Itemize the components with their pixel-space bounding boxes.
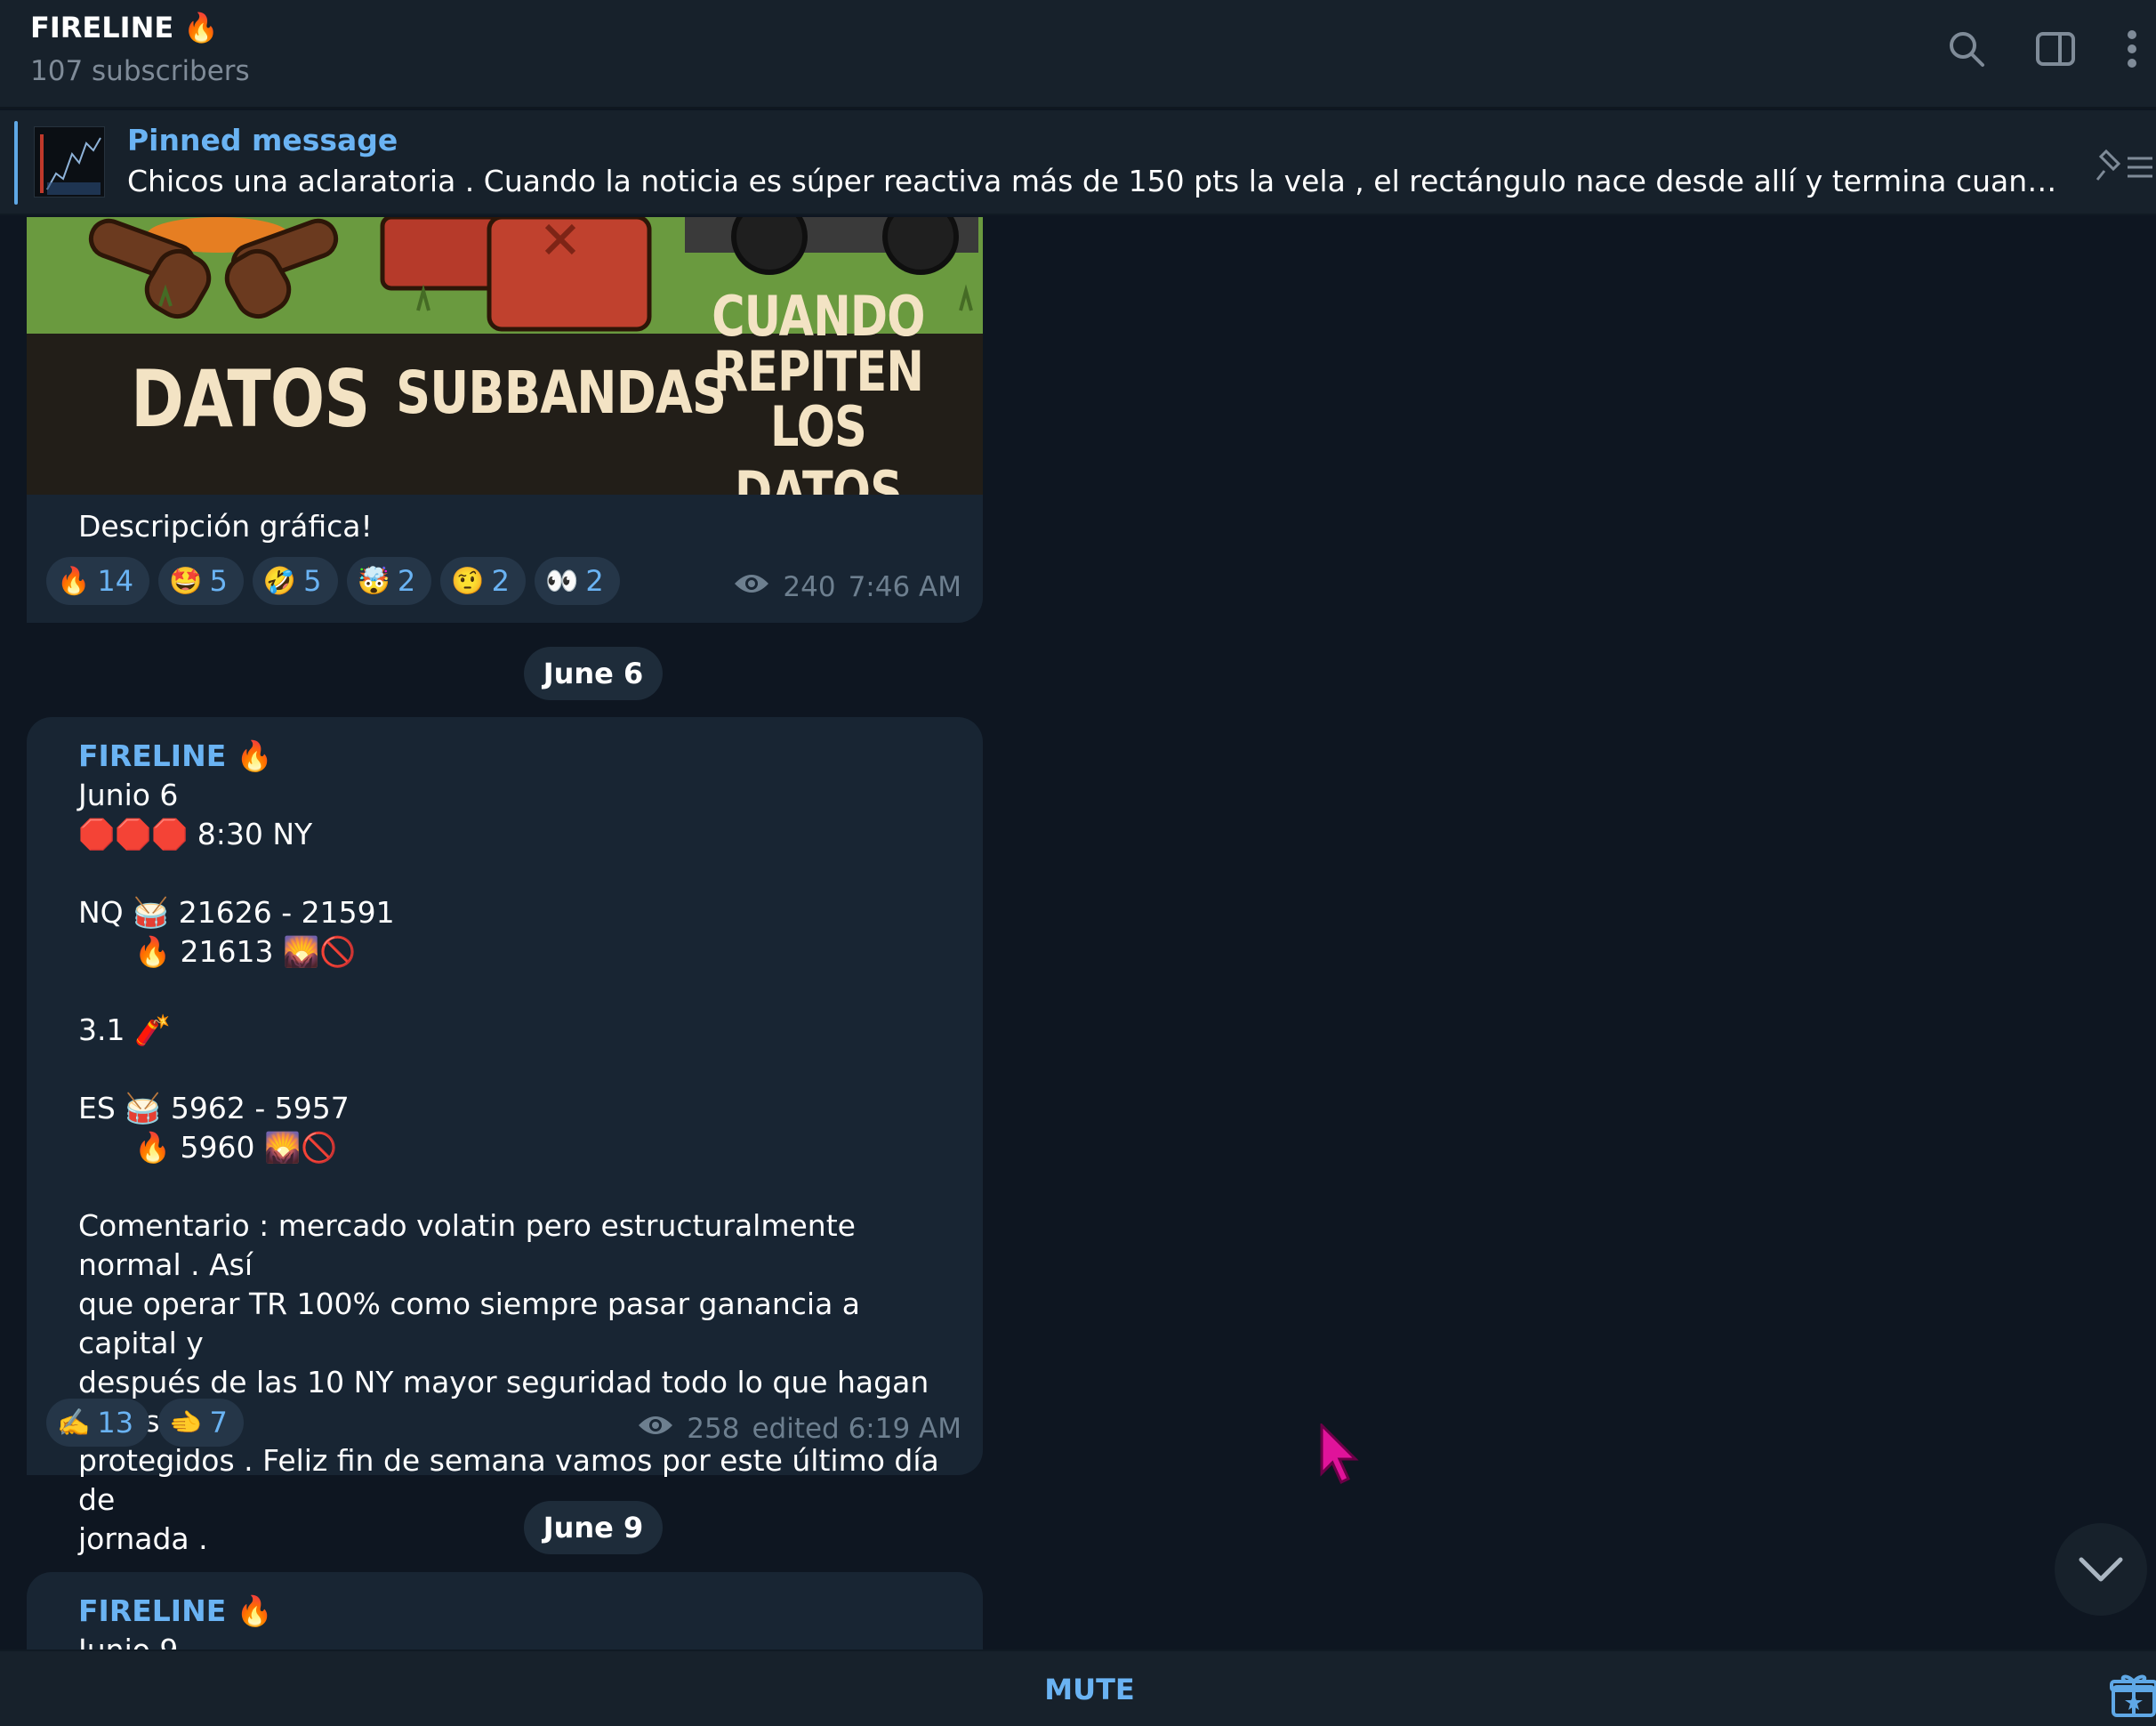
message-line: 3.1 🧨 [78, 1012, 172, 1047]
message-meta: 240 7:46 AM [733, 571, 961, 603]
pinned-list-icon[interactable] [2094, 144, 2156, 189]
reaction-count: 14 [97, 564, 134, 598]
reaction-star-struck[interactable]: 🤩 5 [158, 557, 244, 605]
reaction-emoji: 🫲 [169, 1407, 203, 1439]
message-line: 🔥 5960 🌄🚫 [78, 1130, 338, 1165]
reaction-count: 2 [585, 564, 604, 598]
reaction-raised-eyebrow[interactable]: 🤨 2 [440, 557, 526, 605]
message-line: Junio 9 [78, 1631, 959, 1649]
image-text-band: DATOS SUBBANDAS CUANDO REPITEN LOS DATOS [27, 284, 983, 495]
mouse-cursor [1318, 1422, 1363, 1486]
pinned-title: Pinned message [127, 123, 398, 157]
pinned-message-bar[interactable]: Pinned message Chicos una aclaratoria . … [0, 110, 2156, 215]
message-meta: 258 edited 6:19 AM [637, 1413, 961, 1445]
mute-button[interactable]: MUTE [1014, 1664, 1165, 1715]
reaction-writing-hand[interactable]: ✍️ 13 [46, 1399, 150, 1447]
reactions-row: 🔥 14 🤩 5 🤣 5 🤯 2 🤨 2 👀 2 [46, 557, 620, 605]
reaction-fire[interactable]: 🔥 14 [46, 557, 150, 605]
date-separator: June 6 [524, 647, 663, 700]
view-count: 240 [783, 571, 836, 603]
reaction-emoji: 👀 [544, 565, 579, 597]
subscriber-count: 107 subscribers [30, 55, 250, 87]
eye-icon [637, 1413, 674, 1445]
reaction-count: 13 [97, 1406, 134, 1440]
message-bubble[interactable]: FIRELINE 🔥Junio 9 [27, 1572, 983, 1649]
reactions-row: ✍️ 13 🫲 7 [46, 1399, 244, 1447]
chat-header: FIRELINE 🔥 107 subscribers [0, 0, 2156, 109]
pinned-accent-line [14, 121, 18, 205]
message-line [78, 1050, 959, 1089]
message-bubble[interactable]: DATOS SUBBANDAS CUANDO REPITEN LOS DATOS… [27, 217, 983, 623]
message-time: 7:46 AM [848, 571, 961, 603]
message-line: Comentario : mercado volatin pero estruc… [78, 1208, 865, 1282]
message-line: jornada . [78, 1521, 208, 1556]
reaction-emoji: 🤣 [262, 565, 297, 597]
reaction-emoji: ✍️ [57, 1407, 91, 1439]
pinned-text: Chicos una aclaratoria . Cuando la notic… [127, 164, 2066, 198]
image-word-subbandas: SUBBANDAS [396, 359, 727, 427]
eye-icon [733, 571, 770, 603]
composer-bar: MUTE [0, 1649, 2156, 1726]
channel-title[interactable]: FIRELINE 🔥 [30, 11, 219, 44]
pinned-thumbnail [34, 126, 105, 198]
view-count: 258 [687, 1413, 740, 1445]
reaction-count: 2 [397, 564, 416, 598]
message-sender[interactable]: FIRELINE 🔥 [78, 737, 959, 776]
chat-history[interactable]: DATOS SUBBANDAS CUANDO REPITEN LOS DATOS… [0, 217, 2156, 1649]
chevron-down-icon [2079, 1557, 2123, 1582]
reaction-emoji: 🤨 [451, 565, 485, 597]
reaction-count: 2 [491, 564, 510, 598]
search-icon[interactable] [1939, 21, 1994, 77]
message-line: 🛑🛑🛑 8:30 NY [78, 817, 313, 851]
message-line [78, 854, 959, 893]
date-separator: June 9 [524, 1501, 663, 1554]
message-line: 🔥 21613 🌄🚫 [78, 934, 357, 969]
gift-icon[interactable] [2108, 1671, 2156, 1719]
message-sender[interactable]: FIRELINE 🔥 [78, 1592, 959, 1631]
message-bubble[interactable]: FIRELINE 🔥 Junio 6 🛑🛑🛑 8:30 NY NQ 🥁 21626 -… [27, 717, 983, 1556]
message-line [78, 1167, 959, 1206]
message-line: ES 🥁 5962 - 5957 [78, 1091, 350, 1125]
scroll-to-bottom-button[interactable] [2055, 1523, 2147, 1616]
message-line [78, 972, 959, 1011]
reaction-emoji: 🤩 [169, 565, 203, 597]
message-line: protegidos . Feliz fin de semana vamos p… [78, 1443, 949, 1517]
reaction-rofl[interactable]: 🤣 5 [252, 557, 338, 605]
sidebar-toggle-icon[interactable] [2028, 21, 2083, 77]
reaction-count: 5 [303, 564, 322, 598]
reaction-count: 7 [209, 1406, 228, 1440]
image-word-datos: DATOS [131, 353, 370, 445]
message-caption: Descripción gráfica! [78, 509, 373, 544]
message-line: NQ 🥁 21626 - 21591 [78, 895, 395, 930]
message-line: Junio 6 [78, 778, 179, 812]
reaction-eyes[interactable]: 👀 2 [534, 557, 620, 605]
reaction-leftwards-hand[interactable]: 🫲 7 [158, 1399, 244, 1447]
image-word-los-datos: LOS DATOS [734, 394, 903, 495]
message-time: edited 6:19 AM [752, 1413, 961, 1445]
reaction-mind-blown[interactable]: 🤯 2 [346, 557, 432, 605]
reaction-emoji: 🤯 [357, 565, 390, 597]
message-text: FIRELINE 🔥Junio 9 [78, 1592, 959, 1649]
message-image[interactable]: DATOS SUBBANDAS CUANDO REPITEN LOS DATOS [27, 217, 983, 495]
message-line: que operar TR 100% como siempre pasar ga… [78, 1286, 870, 1360]
reaction-count: 5 [209, 564, 228, 598]
reaction-emoji: 🔥 [57, 565, 91, 597]
more-vertical-icon[interactable] [2108, 21, 2156, 77]
